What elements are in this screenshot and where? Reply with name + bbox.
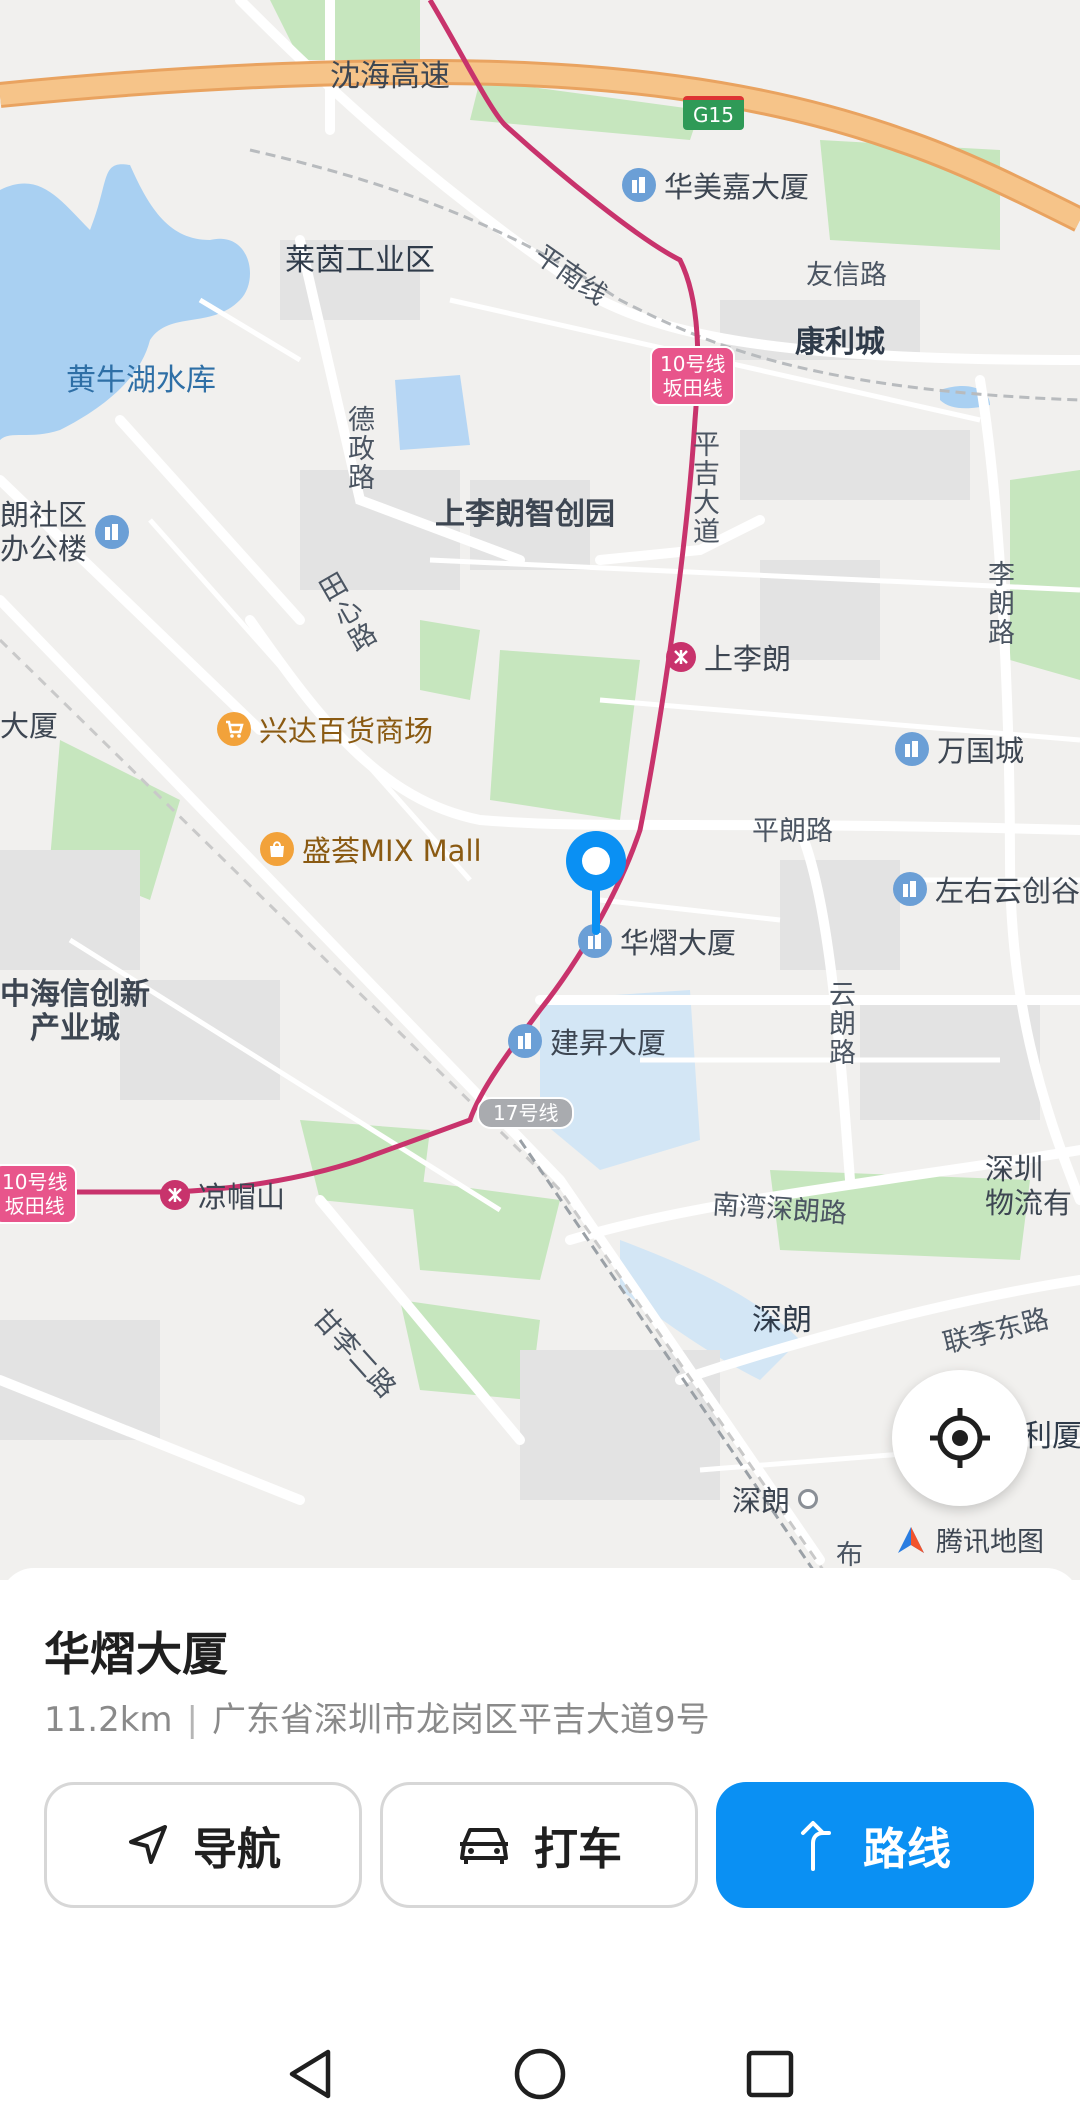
station-label: 凉帽山 [198, 1180, 286, 1214]
tencent-maps-logo-icon [898, 1526, 924, 1553]
building-icon [895, 732, 929, 766]
app-root: 沈海高速 G15 华美嘉大厦 莱茵工业区 平南线 友信路 康利城 黄牛湖水库 1… [0, 0, 1080, 2125]
road-label-yunlang: 云朗路 [824, 980, 855, 1067]
route-button[interactable]: 路线 [716, 1782, 1034, 1908]
crosshair-icon [930, 1408, 990, 1468]
station-dot-icon [798, 1489, 819, 1509]
home-circle-icon [514, 2048, 566, 2100]
road-label-deyu: 德政路 [343, 405, 374, 492]
rail-station-shenlang[interactable]: 深朗 [732, 1478, 819, 1520]
station-label: 上李朗 [704, 642, 792, 676]
poi-label: 华熠大厦 [620, 926, 737, 960]
place-address: 广东省深圳市龙岗区平吉大道9号 [211, 1700, 710, 1740]
back-button[interactable] [280, 2044, 340, 2104]
metro-station-shanglilang[interactable]: 上李朗 [666, 636, 791, 678]
home-button[interactable] [510, 2044, 570, 2104]
navigate-button[interactable]: 导航 [44, 1782, 362, 1908]
area-label-shenlang: 深朗 [752, 1303, 812, 1338]
route-label: 路线 [863, 1824, 951, 1875]
area-label-kangli: 康利城 [795, 325, 885, 360]
poi-jiansheng[interactable]: 建昇大厦 [508, 1020, 666, 1062]
building-icon [95, 515, 130, 549]
area-label-dasha: 大厦 [0, 709, 59, 743]
road-label-bu: 布 [836, 1540, 863, 1571]
area-label-laiyin: 莱茵工业区 [285, 243, 435, 278]
route-turn-icon [801, 1821, 831, 1871]
poi-label: 兴达百货商场 [259, 714, 434, 748]
system-navigation-bar [0, 2010, 1080, 2125]
map-base [0, 0, 1080, 1580]
metro-station-liangmao[interactable]: 凉帽山 [160, 1174, 285, 1216]
road-label-youxin: 友信路 [806, 260, 887, 291]
car-icon [460, 1828, 508, 1864]
highway-label: 沈海高速 [330, 59, 450, 94]
navigate-label: 导航 [193, 1824, 281, 1875]
metro-icon [666, 642, 696, 672]
area-label-shenzhen-wl: 深圳 物流有 [985, 1152, 1073, 1220]
poi-label: 万国城 [937, 734, 1025, 768]
metro-line-badge-10: 10号线 坂田线 [650, 346, 736, 406]
highway-code-badge: G15 [683, 96, 744, 130]
back-triangle-icon [289, 2049, 331, 2099]
map-watermark: 腾讯地图 [894, 1520, 1044, 1559]
place-subtitle: 11.2km | 广东省深圳市龙岗区平吉大道9号 [44, 1692, 710, 1741]
shopping-bag-icon [260, 832, 294, 866]
poi-label: 盛荟MIX Mall [302, 834, 482, 868]
poi-shequ[interactable]: 朗社区 办公楼 [0, 498, 130, 566]
poi-label: 左右云创谷 [935, 874, 1080, 908]
metro-line-badge-17: 17号线 [477, 1097, 575, 1129]
poi-wanguo[interactable]: 万国城 [895, 728, 1024, 770]
taxi-label: 打车 [534, 1824, 622, 1875]
poi-zuoyou[interactable]: 左右云创谷 [893, 868, 1080, 910]
watermark-text: 腾讯地图 [936, 1527, 1044, 1558]
place-distance: 11.2km [44, 1700, 173, 1740]
poi-mixmall[interactable]: 盛荟MIX Mall [260, 828, 482, 870]
building-icon [508, 1024, 542, 1058]
poi-xingda[interactable]: 兴达百货商场 [217, 708, 433, 750]
road-label-pingji: 平吉大道 [688, 430, 719, 546]
area-label-lidasha: 利厦 [1022, 1419, 1080, 1454]
map-view[interactable]: 沈海高速 G15 华美嘉大厦 莱茵工业区 平南线 友信路 康利城 黄牛湖水库 1… [0, 0, 1080, 1580]
taxi-button[interactable]: 打车 [380, 1782, 698, 1908]
building-icon [893, 872, 927, 906]
recents-square-icon [746, 2050, 794, 2098]
building-icon [622, 168, 656, 202]
shopping-cart-icon [217, 712, 251, 746]
poi-label: 朗社区 办公楼 [0, 498, 88, 566]
poi-label: 华美嘉大厦 [664, 170, 810, 204]
navigation-arrow-icon [129, 1825, 167, 1864]
road-label-lilang: 李朗路 [983, 560, 1014, 647]
area-label-shangli-park: 上李朗智创园 [435, 497, 615, 532]
poi-huameijia[interactable]: 华美嘉大厦 [622, 164, 809, 206]
recents-button[interactable] [740, 2044, 800, 2104]
station-label: 深朗 [732, 1484, 791, 1518]
metro-icon [160, 1180, 190, 1210]
place-title: 华熠大厦 [44, 1627, 228, 1681]
area-label-zhonghai: 中海信创新 产业城 [0, 977, 150, 1046]
metro-line-badge-10-left: 10号线 坂田线 [0, 1164, 78, 1224]
water-label-huangniu: 黄牛湖水库 [66, 363, 216, 398]
poi-label: 建昇大厦 [550, 1026, 667, 1060]
location-pin-icon[interactable] [563, 828, 629, 938]
subtitle-separator: | [186, 1700, 198, 1740]
road-label-pinglang: 平朗路 [752, 816, 833, 847]
locate-me-button[interactable] [892, 1370, 1028, 1506]
